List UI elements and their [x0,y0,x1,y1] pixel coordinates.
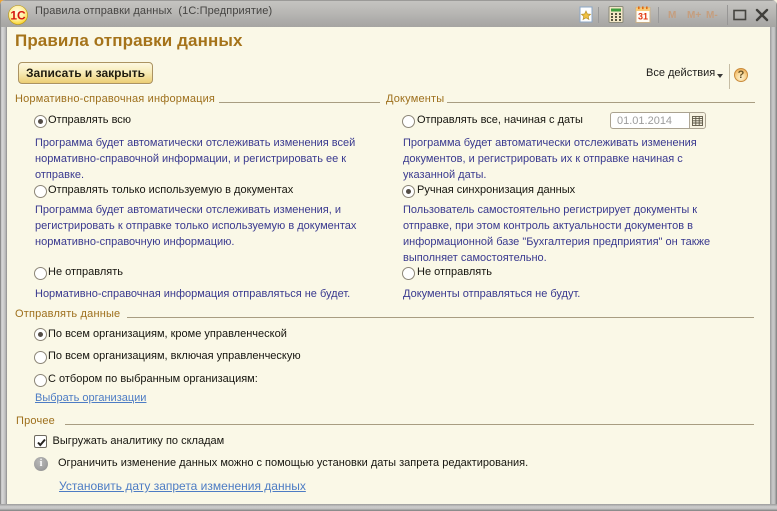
svg-text:1С: 1С [10,9,26,23]
svg-text:31: 31 [638,12,648,22]
